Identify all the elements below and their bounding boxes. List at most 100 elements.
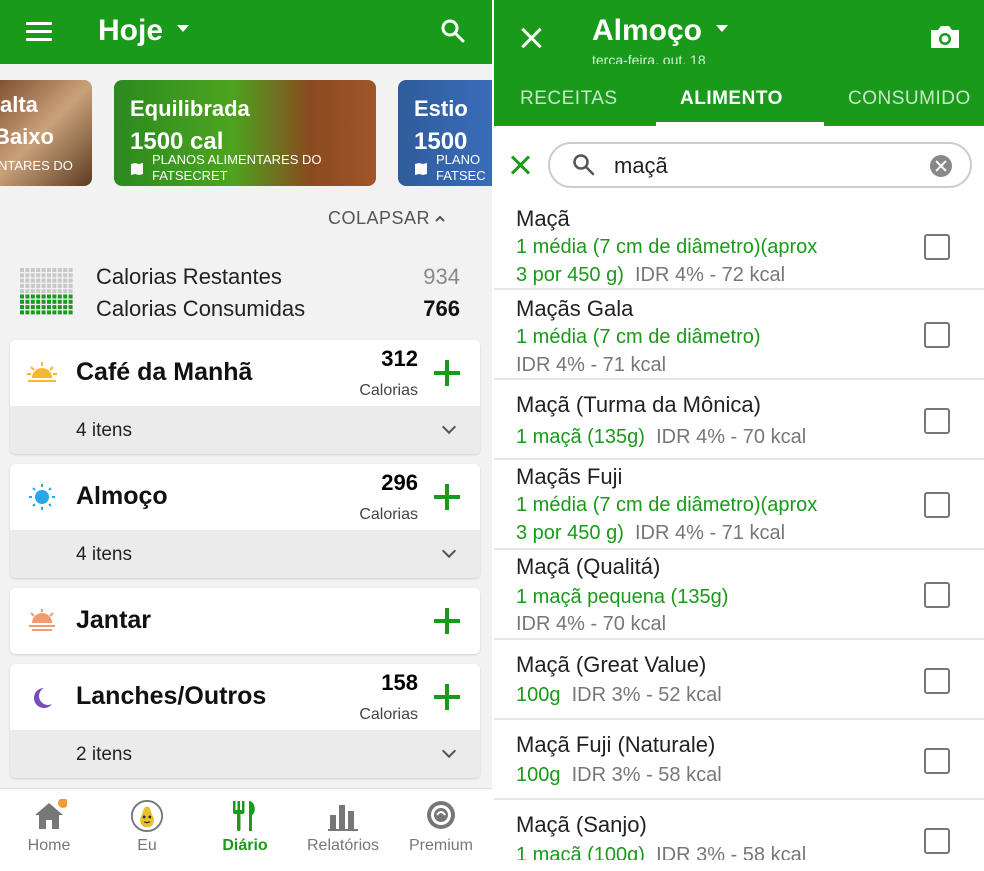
meal-plan-banner[interactable]: Estio 1500 PLANO FATSEC [398, 80, 492, 186]
add-food-button[interactable] [432, 482, 462, 512]
remaining-calories-label: Calorias Restantes [96, 264, 282, 289]
add-food-screen: Almoço terça-feira, out. 18 RECEITAS ALI… [494, 0, 984, 871]
meal-plan-carousel[interactable]: alta Baixo NTARES DO Equilibrada 1500 ca… [0, 78, 492, 188]
nav-label: Diário [222, 837, 268, 854]
meal-name: Jantar [76, 606, 152, 634]
map-icon [415, 163, 427, 175]
food-name: Maçã (Great Value) [516, 652, 707, 677]
chevron-down-icon [441, 419, 457, 435]
food-result-row[interactable]: Maçãs Gala 1 média (7 cm de diâmetro) ID… [494, 290, 984, 380]
nav-diario[interactable]: Diário [200, 799, 290, 855]
collapse-button[interactable]: COLAPSAR [328, 208, 446, 229]
food-nutrition-info: IDR 4% - 71 kcal [516, 354, 667, 376]
cutlery-icon [233, 801, 255, 831]
meal-items-toggle[interactable]: 4 itens [10, 530, 480, 578]
food-serving: 1 média (7 cm de diâmetro)(aprox [516, 236, 818, 258]
add-food-button[interactable] [432, 358, 462, 388]
select-checkbox[interactable] [924, 234, 950, 260]
meal-calories: 296 [381, 470, 418, 495]
tab-alimento[interactable]: ALIMENTO [680, 88, 783, 110]
banner-subtitle: Baixo [0, 124, 54, 149]
nav-relatorios[interactable]: Relatórios [298, 799, 388, 855]
meal-items-toggle[interactable]: 4 itens [10, 406, 480, 454]
select-checkbox[interactable] [924, 322, 950, 348]
nav-label: Relatórios [306, 837, 380, 854]
top-app-bar: Almoço terça-feira, out. 18 RECEITAS ALI… [494, 0, 984, 126]
clear-search-icon[interactable] [930, 155, 952, 177]
tab-bar: RECEITAS ALIMENTO CONSUMIDO [494, 76, 984, 126]
add-food-button[interactable] [432, 682, 462, 712]
sun-icon [29, 484, 55, 510]
active-tab-indicator [656, 122, 824, 126]
food-result-row[interactable]: Maçã (Turma da Mônica) 1 maçã (135g) IDR… [494, 380, 984, 460]
food-name: Maçã (Turma da Mônica) [516, 392, 761, 417]
food-result-row[interactable]: Maçãs Fuji 1 média (7 cm de diâmetro)(ap… [494, 460, 984, 550]
food-result-row[interactable]: Maçã (Qualitá) 1 maçã pequena (135g) IDR… [494, 550, 984, 640]
select-checkbox[interactable] [924, 492, 950, 518]
food-nutrition-info: IDR 4% - 70 kcal [656, 426, 807, 448]
hamburger-menu-icon[interactable] [26, 22, 52, 42]
close-icon[interactable] [520, 26, 544, 50]
select-checkbox[interactable] [924, 828, 950, 854]
food-name: Maçãs Gala [516, 296, 634, 321]
caret-down-icon [177, 24, 190, 32]
calorie-progress-icon [20, 268, 73, 315]
meal-header[interactable]: Jantar [10, 588, 480, 654]
banner-title: Equilibrada [130, 96, 250, 121]
premium-icon [427, 801, 455, 829]
banner-footer: FATSEC [436, 168, 486, 183]
remaining-calories-value: 934 [423, 264, 460, 289]
food-name: Maçã (Qualitá) [516, 554, 661, 579]
close-search-icon[interactable] [510, 154, 532, 176]
tab-consumido[interactable]: CONSUMIDO [848, 88, 971, 110]
meal-selector[interactable]: Almoço [592, 14, 729, 48]
nav-premium[interactable]: Premium [396, 799, 486, 855]
search-icon[interactable] [440, 18, 466, 44]
food-name: Maçã (Sanjo) [516, 812, 647, 837]
chevron-down-icon [441, 543, 457, 559]
meal-header[interactable]: Lanches/Outros 158 Calorias [10, 664, 480, 730]
food-serving: 1 maçã (100g) [516, 844, 645, 860]
screenshot: Hoje alta Baixo NTARES DO Equilibrada 15… [0, 0, 984, 871]
meal-plan-banner[interactable]: alta Baixo NTARES DO [0, 80, 92, 186]
tab-receitas[interactable]: RECEITAS [520, 88, 618, 110]
add-food-button[interactable] [432, 606, 462, 636]
meal-card-dinner: Jantar [10, 588, 480, 654]
camera-icon[interactable] [928, 24, 962, 50]
meal-items-count: 2 itens [76, 744, 132, 765]
meal-calories: 158 [381, 670, 418, 695]
food-results-list: Maçã 1 média (7 cm de diâmetro)(aprox 3 … [494, 200, 984, 870]
nav-label: Home [27, 837, 71, 854]
food-result-row[interactable]: Maçã (Sanjo) 1 maçã (100g) IDR 3% - 58 k… [494, 800, 984, 870]
select-checkbox[interactable] [924, 748, 950, 774]
search-input[interactable]: maçã [548, 142, 972, 188]
banner-footer: FATSECRET [152, 168, 228, 183]
search-icon [573, 154, 595, 176]
select-checkbox[interactable] [924, 408, 950, 434]
top-app-bar: Hoje [0, 0, 492, 64]
food-nutrition-info: IDR 3% - 58 kcal [656, 844, 807, 860]
meal-card-breakfast: Café da Manhã 312 Calorias 4 itens [10, 340, 480, 454]
banner-title: Estio [414, 96, 468, 121]
food-serving: 1 maçã pequena (135g) [516, 586, 729, 608]
chevron-up-icon [435, 215, 445, 222]
food-result-row[interactable]: Maçã 1 média (7 cm de diâmetro)(aprox 3 … [494, 200, 984, 290]
food-name: Maçã Fuji (Naturale) [516, 732, 716, 757]
select-checkbox[interactable] [924, 582, 950, 608]
nav-eu[interactable]: Eu [102, 799, 192, 855]
food-result-row[interactable]: Maçã Fuji (Naturale) 100g IDR 3% - 58 kc… [494, 720, 984, 800]
meal-header[interactable]: Almoço 296 Calorias [10, 464, 480, 530]
food-result-row[interactable]: Maçã (Great Value) 100g IDR 3% - 52 kcal [494, 640, 984, 720]
food-nutrition-info: IDR 3% - 58 kcal [571, 764, 722, 786]
map-icon [131, 163, 143, 175]
food-nutrition-info: IDR 4% - 70 kcal [516, 613, 667, 635]
select-checkbox[interactable] [924, 668, 950, 694]
nav-label: Premium [408, 837, 473, 854]
meal-plan-banner[interactable]: Equilibrada 1500 cal PLANOS ALIMENTARES … [114, 80, 376, 186]
meal-items-toggle[interactable]: 2 itens [10, 730, 480, 778]
meal-header[interactable]: Café da Manhã 312 Calorias [10, 340, 480, 406]
food-nutrition-info: IDR 4% - 71 kcal [634, 522, 786, 544]
nav-home[interactable]: Home [4, 799, 94, 855]
date-selector[interactable]: Hoje [98, 14, 190, 48]
food-nutrition-info: IDR 3% - 52 kcal [571, 684, 722, 706]
